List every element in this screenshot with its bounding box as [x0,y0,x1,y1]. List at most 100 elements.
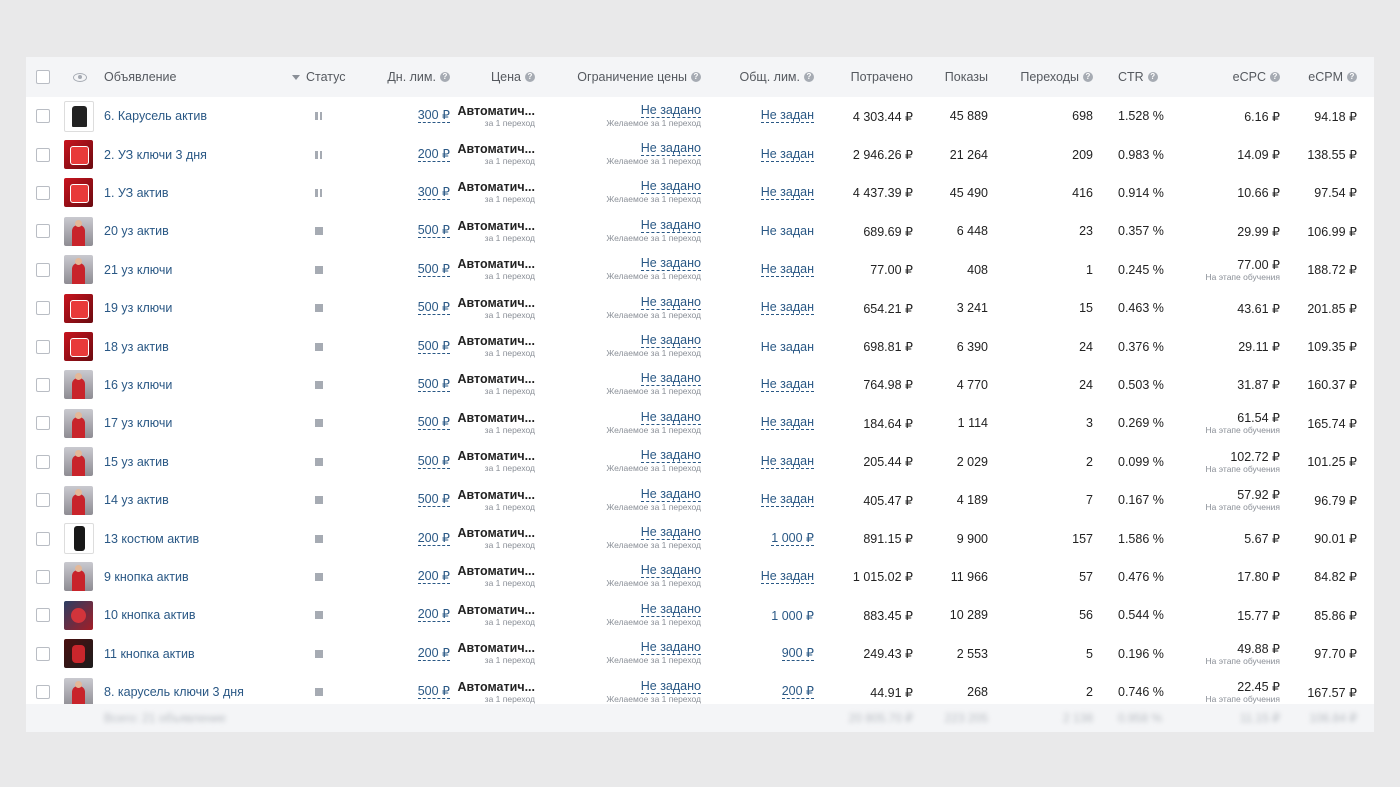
daily-limit-link[interactable]: 200 ₽ [417,646,450,661]
ad-name-link[interactable]: 21 уз ключи [104,263,172,277]
ad-name-link[interactable]: 11 кнопка актив [104,647,195,661]
help-icon[interactable]: ? [1270,72,1280,82]
row-checkbox[interactable] [36,481,50,519]
price-limit-link[interactable]: Не задано [640,142,701,157]
ad-name-link[interactable]: 8. карусель ключи 3 дня [104,685,244,699]
help-icon[interactable]: ? [1083,72,1093,82]
stop-icon[interactable] [315,688,323,697]
price-limit-link[interactable]: Не задано [640,487,701,502]
pause-icon[interactable] [315,150,322,159]
ad-thumbnail[interactable] [64,596,94,634]
ad-thumbnail[interactable] [64,212,94,250]
total-limit-link[interactable]: 900 ₽ [781,646,814,661]
row-checkbox[interactable] [36,174,50,212]
total-limit-link[interactable]: Не задан [760,109,814,124]
eye-icon[interactable] [73,57,87,97]
row-checkbox[interactable] [36,212,50,250]
daily-limit-link[interactable]: 200 ₽ [417,147,450,162]
total-limit-link[interactable]: Не задан [760,569,814,584]
row-checkbox[interactable] [36,289,50,327]
ad-name-link[interactable]: 13 костюм актив [104,532,199,546]
ad-name-link[interactable]: 17 уз ключи [104,416,172,430]
total-limit-link[interactable]: 1 000 ₽ [771,531,814,546]
price-limit-link[interactable]: Не задано [640,410,701,425]
ad-name-link[interactable]: 19 уз ключи [104,301,172,315]
ad-name-link[interactable]: 9 кнопка актив [104,570,189,584]
row-checkbox[interactable] [36,251,50,289]
row-checkbox[interactable] [36,596,50,634]
row-checkbox[interactable] [36,135,50,173]
col-impressions[interactable]: Показы [921,57,988,97]
ad-thumbnail[interactable] [64,519,94,557]
daily-limit-link[interactable]: 500 ₽ [417,454,450,469]
col-daily-limit[interactable]: Дн. лим.? [376,57,450,97]
price-limit-link[interactable]: Не задано [640,103,701,118]
price-limit-link[interactable]: Не задано [640,218,701,233]
ad-thumbnail[interactable] [64,251,94,289]
ad-name-link[interactable]: 15 уз актив [104,455,169,469]
select-all-checkbox[interactable] [36,57,50,97]
price-limit-link[interactable]: Не задано [640,526,701,541]
price-limit-link[interactable]: Не задано [640,564,701,579]
stop-icon[interactable] [315,572,323,581]
daily-limit-link[interactable]: 300 ₽ [417,185,450,200]
daily-limit-link[interactable]: 500 ₽ [417,416,450,431]
help-icon[interactable]: ? [1147,72,1158,82]
ad-name-link[interactable]: 20 уз актив [104,224,169,238]
price-limit-link[interactable]: Не задано [640,180,701,195]
daily-limit-link[interactable]: 500 ₽ [417,224,450,239]
total-limit-link[interactable]: Не задан [760,147,814,162]
ad-name-link[interactable]: 14 уз актив [104,493,169,507]
ad-name-link[interactable]: 16 уз ключи [104,378,172,392]
help-icon[interactable]: ? [691,72,701,82]
col-price[interactable]: Цена? [466,57,535,97]
row-checkbox[interactable] [36,97,50,135]
daily-limit-link[interactable]: 500 ₽ [417,685,450,700]
total-limit-link[interactable]: Не задан [760,377,814,392]
ad-thumbnail[interactable] [64,366,94,404]
col-ecpm[interactable]: eCPM? [1286,57,1357,97]
pause-icon[interactable] [315,112,322,121]
stop-icon[interactable] [315,534,323,543]
help-icon[interactable]: ? [525,72,535,82]
col-ecpc[interactable]: eCPC? [1196,57,1280,97]
stop-icon[interactable] [315,649,323,658]
row-checkbox[interactable] [36,443,50,481]
price-limit-link[interactable]: Не задано [640,602,701,617]
pause-icon[interactable] [315,188,322,197]
help-icon[interactable]: ? [1347,72,1357,82]
total-limit-link[interactable]: 1 000 ₽ [771,608,814,623]
daily-limit-link[interactable]: 200 ₽ [417,531,450,546]
ad-thumbnail[interactable] [64,558,94,596]
daily-limit-link[interactable]: 500 ₽ [417,339,450,354]
row-checkbox[interactable] [36,635,50,673]
stop-icon[interactable] [315,380,323,389]
daily-limit-link[interactable]: 500 ₽ [417,377,450,392]
col-total-limit[interactable]: Общ. лим.? [716,57,814,97]
stop-icon[interactable] [315,265,323,274]
ad-thumbnail[interactable] [64,174,94,212]
ad-thumbnail[interactable] [64,404,94,442]
price-limit-link[interactable]: Не задано [640,334,701,349]
total-limit-link[interactable]: Не задан [761,224,814,238]
price-limit-link[interactable]: Не задано [640,449,701,464]
price-limit-link[interactable]: Не задано [640,641,701,656]
col-price-limit[interactable]: Ограничение цены? [556,57,701,97]
daily-limit-link[interactable]: 500 ₽ [417,301,450,316]
total-limit-link[interactable]: Не задан [760,262,814,277]
ad-name-link[interactable]: 6. Карусель актив [104,109,207,123]
ad-thumbnail[interactable] [64,481,94,519]
stop-icon[interactable] [315,304,323,313]
row-checkbox[interactable] [36,519,50,557]
total-limit-link[interactable]: Не задан [760,416,814,431]
price-limit-link[interactable]: Не задано [640,257,701,272]
stop-icon[interactable] [315,457,323,466]
total-limit-link[interactable]: Не задан [760,493,814,508]
total-limit-link[interactable]: Не задан [760,301,814,316]
price-limit-link[interactable]: Не задано [640,295,701,310]
ad-name-link[interactable]: 1. УЗ актив [104,186,169,200]
col-status[interactable]: Статус [292,57,352,97]
help-icon[interactable]: ? [804,72,814,82]
daily-limit-link[interactable]: 200 ₽ [417,569,450,584]
row-checkbox[interactable] [36,327,50,365]
